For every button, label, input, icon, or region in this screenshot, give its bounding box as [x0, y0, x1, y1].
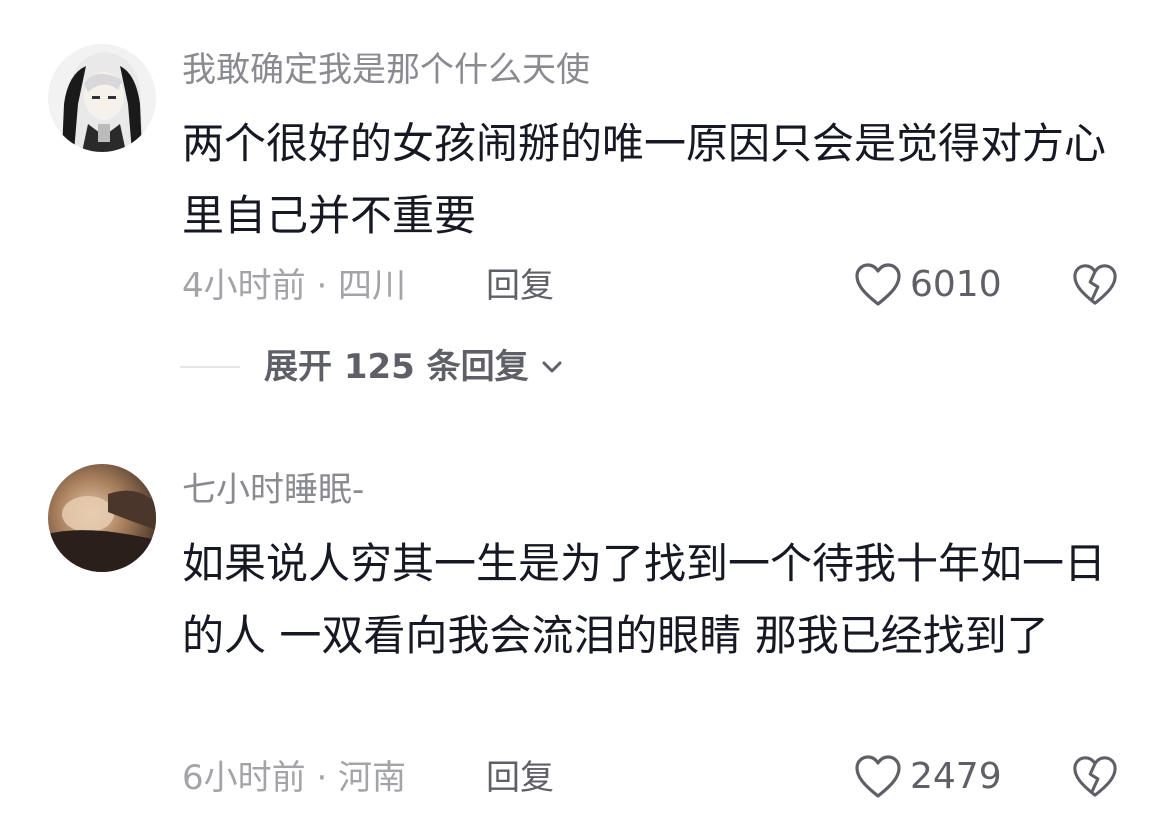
comment-text: 如果说人穷其一生是为了找到一个待我十年如一日的人 一双看向我会流泪的眼睛 那我已…: [182, 539, 1107, 660]
comment-text: 两个很好的女孩闹掰的唯一原因只会是觉得对方心里自己并不重要: [182, 119, 1107, 240]
reply-button[interactable]: 回复: [486, 264, 554, 308]
chevron-down-icon: [542, 361, 562, 373]
comment-username[interactable]: 我敢确定我是那个什么天使: [182, 48, 590, 92]
heart-outline-icon: [855, 263, 901, 306]
heart-outline-icon: [855, 755, 901, 798]
like-count: 6010: [910, 264, 1002, 305]
comment-time-location: 4小时前 · 四川: [182, 266, 407, 306]
avatar-image: [48, 464, 156, 572]
dislike-button[interactable]: [1072, 754, 1118, 800]
avatar[interactable]: [48, 464, 156, 572]
avatar[interactable]: [48, 44, 156, 152]
comment-time-location: 6小时前 · 河南: [182, 758, 407, 798]
expand-replies-label: 展开 125 条回复: [264, 347, 529, 387]
avatar-image: [48, 44, 156, 152]
broken-heart-icon: [1073, 264, 1117, 305]
comment-username[interactable]: 七小时睡眠-: [182, 468, 364, 512]
expand-replies-button[interactable]: 展开 125 条回复: [180, 344, 565, 390]
like-button[interactable]: 2479: [854, 752, 1002, 802]
dislike-button[interactable]: [1072, 262, 1118, 308]
like-button[interactable]: 6010: [854, 260, 1002, 310]
reply-button[interactable]: 回复: [486, 756, 554, 800]
broken-heart-icon: [1073, 756, 1117, 797]
like-count: 2479: [910, 756, 1002, 797]
divider-line: [180, 366, 240, 368]
